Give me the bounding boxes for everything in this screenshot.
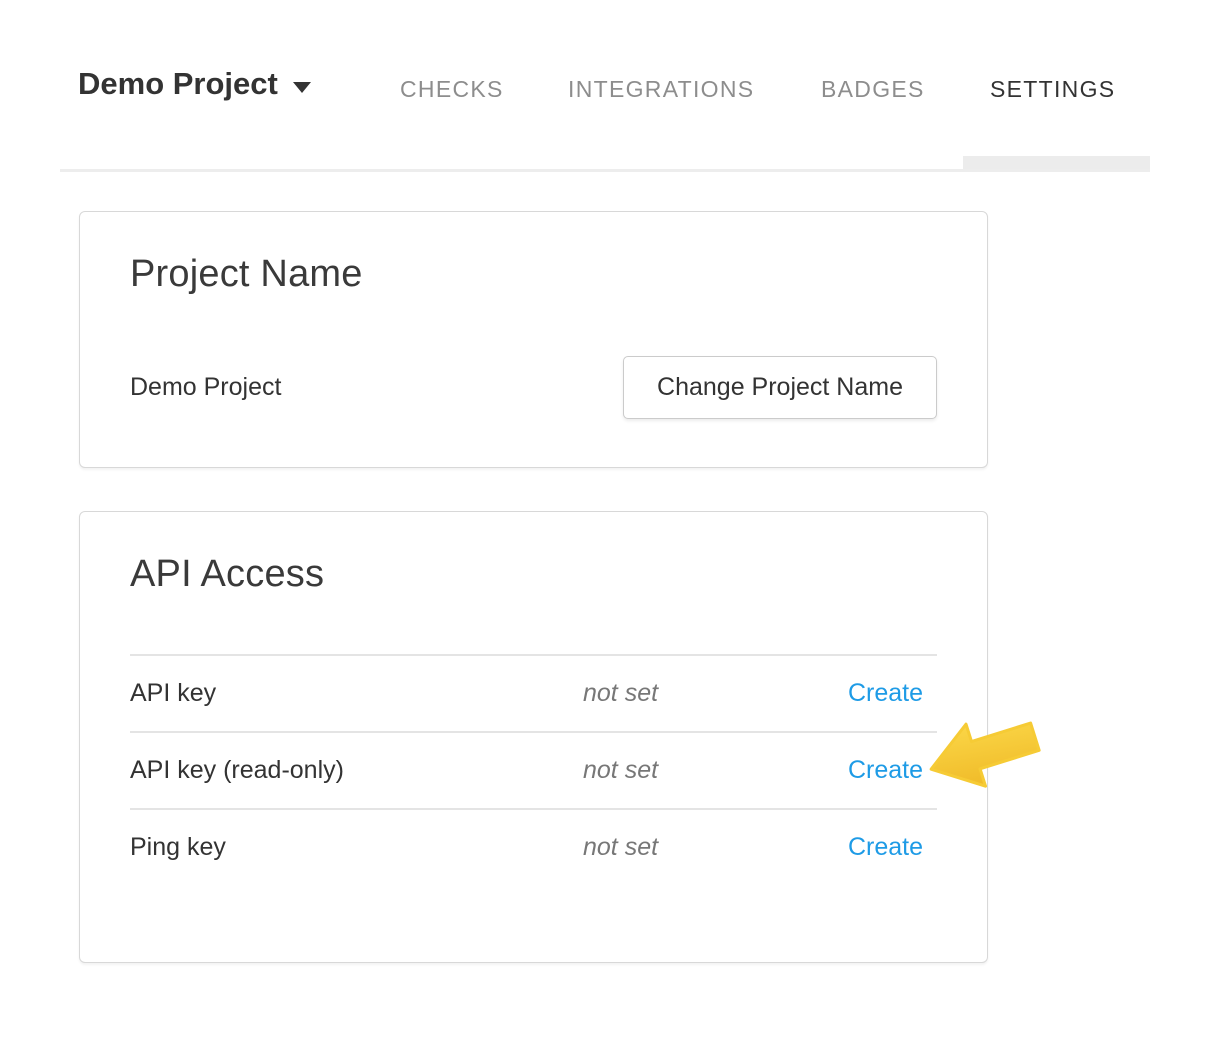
api-key-label: API key [130,655,583,732]
tab-checks[interactable]: CHECKS [400,76,504,103]
project-switcher[interactable]: Demo Project [78,66,311,102]
project-switcher-label: Demo Project [78,66,278,102]
ping-key-value: not set [583,809,788,885]
tab-integrations[interactable]: INTEGRATIONS [568,76,754,103]
project-name-card-title: Project Name [130,252,937,298]
api-keys-table: API key not set Create API key (read-onl… [130,654,937,885]
chevron-down-icon [293,82,311,93]
api-key-read-only-label: API key (read-only) [130,732,583,809]
api-access-card: API Access API key not set Create API ke… [79,511,988,963]
project-name-card: Project Name Demo Project Change Project… [79,211,988,468]
api-key-read-only-value: not set [583,732,788,809]
create-api-key-read-only-link[interactable]: Create [848,756,923,784]
create-api-key-link[interactable]: Create [848,679,923,707]
tab-settings[interactable]: SETTINGS [990,76,1115,103]
top-navigation: Demo Project CHECKS INTEGRATIONS BADGES … [0,0,1220,173]
table-row-api-key: API key not set Create [130,655,937,732]
api-access-card-title: API Access [130,552,937,598]
change-project-name-button[interactable]: Change Project Name [623,356,937,419]
header-divider [60,169,1150,172]
api-key-value: not set [583,655,788,732]
ping-key-label: Ping key [130,809,583,885]
active-tab-indicator [963,156,1150,170]
tab-badges[interactable]: BADGES [821,76,925,103]
create-ping-key-link[interactable]: Create [848,833,923,861]
current-project-name: Demo Project [130,373,281,402]
table-row-api-key-read-only: API key (read-only) not set Create [130,732,937,809]
table-row-ping-key: Ping key not set Create [130,809,937,885]
